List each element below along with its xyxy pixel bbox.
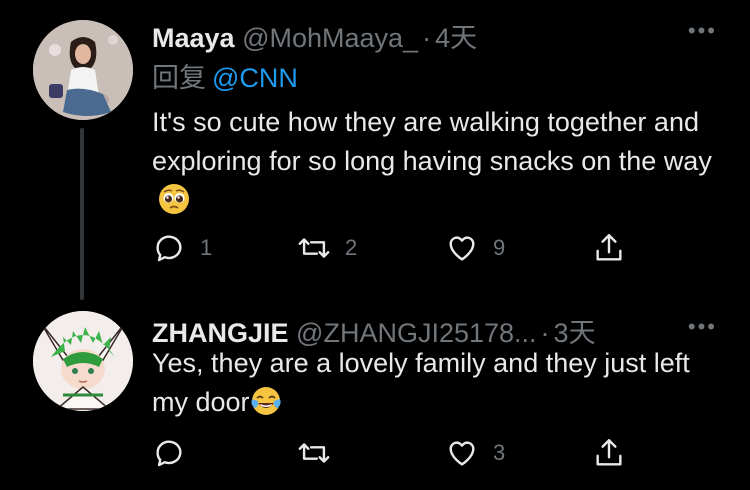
tweet-text: Yes, they are a lovely family and they j… <box>152 344 722 422</box>
reply-button[interactable]: 1 <box>152 228 212 268</box>
reply-count: 1 <box>200 235 213 260</box>
thread-line <box>80 128 84 300</box>
like-icon <box>449 441 475 466</box>
share-icon <box>596 234 622 261</box>
retweet-button[interactable]: 2 <box>297 228 357 268</box>
share-icon <box>596 439 622 466</box>
tweet[interactable]: Maaya @MohMaaya_ · 4天 ••• 回复 @CNN It's so c… <box>0 0 750 300</box>
pleading-face-emoji <box>158 183 190 215</box>
more-icon[interactable]: ••• <box>688 314 717 340</box>
tweet-actions: 3 <box>152 433 632 473</box>
avatar[interactable] <box>33 20 133 120</box>
tweet-text-content: Yes, they are a lovely family and they j… <box>152 348 690 417</box>
timestamp[interactable]: 4天 <box>435 23 477 53</box>
share-button[interactable] <box>592 228 626 268</box>
like-button[interactable]: 3 <box>445 433 505 473</box>
separator-dot: · <box>422 23 432 53</box>
reply-context: 回复 @CNN <box>152 56 298 95</box>
reply-prefix: 回复 <box>152 63 206 93</box>
tweet-actions: 1 2 9 <box>152 228 632 268</box>
tweet[interactable]: ZHANGJIE @ZHANGJI25178... · 3天 ••• Yes, th… <box>0 300 750 490</box>
reply-mention-link[interactable]: @CNN <box>212 63 298 93</box>
reply-icon <box>156 440 182 467</box>
reply-button[interactable] <box>152 433 200 473</box>
retweet-button[interactable] <box>297 433 345 473</box>
share-button[interactable] <box>592 433 626 473</box>
like-icon <box>449 236 475 261</box>
like-count: 3 <box>493 440 506 465</box>
like-button[interactable]: 9 <box>445 228 505 268</box>
avatar[interactable] <box>33 311 133 411</box>
more-icon[interactable]: ••• <box>688 18 717 44</box>
user-handle[interactable]: @MohMaaya_ <box>242 23 418 53</box>
tweet-text-content: It's so cute how they are walking togeth… <box>152 107 712 176</box>
reply-icon <box>156 235 182 262</box>
tears-of-joy-emoji <box>250 385 282 417</box>
retweet-icon <box>298 238 330 258</box>
like-count: 9 <box>493 235 506 260</box>
retweet-count: 2 <box>345 235 358 260</box>
retweet-icon <box>298 443 330 463</box>
tweet-text: It's so cute how they are walking togeth… <box>152 103 722 220</box>
display-name[interactable]: Maaya <box>152 23 235 53</box>
tweet-header: Maaya @MohMaaya_ · 4天 <box>152 16 477 55</box>
